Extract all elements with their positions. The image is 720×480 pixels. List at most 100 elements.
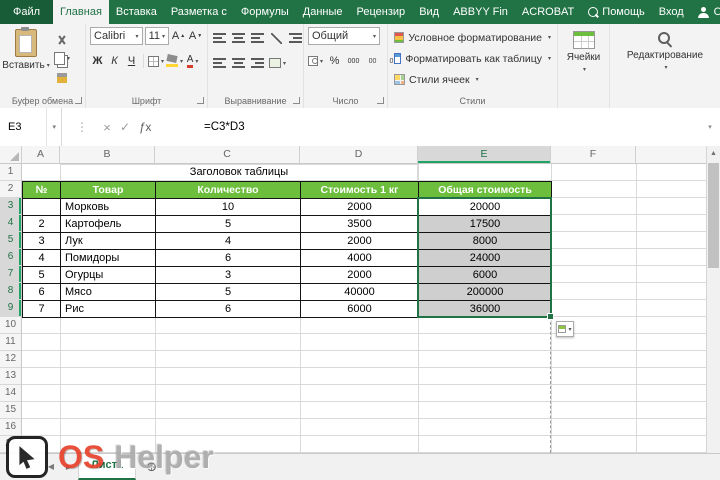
dialog-launcher-icon[interactable] — [377, 97, 384, 104]
row-header[interactable]: 1 — [0, 164, 21, 181]
number-format-select[interactable]: Общий ▾ — [308, 27, 380, 45]
decrease-font-button[interactable]: А ▼ — [188, 28, 203, 44]
column-header-f[interactable]: F — [551, 146, 636, 164]
editing-button[interactable]: Редактирование ▾ — [614, 27, 716, 71]
dialog-launcher-icon[interactable] — [293, 97, 300, 104]
paste-button[interactable]: Вставить ▾ — [2, 27, 50, 94]
cell-selected[interactable]: 17500 — [418, 215, 552, 233]
enter-button[interactable]: ✓ — [116, 120, 134, 134]
cell[interactable]: 6000 — [300, 300, 419, 318]
row-header[interactable]: 14 — [0, 385, 21, 402]
cell[interactable]: 6 — [22, 283, 61, 301]
column-header-b[interactable]: B — [60, 146, 155, 164]
cell[interactable]: 6 — [155, 249, 301, 267]
row-header[interactable]: 12 — [0, 351, 21, 368]
font-name-select[interactable]: Calibri ▾ — [90, 27, 143, 45]
merge-center-button[interactable]: ▾ — [269, 55, 286, 71]
ribbon-tab[interactable]: ACROBAT — [515, 0, 581, 24]
scrollbar-thumb[interactable] — [708, 163, 719, 268]
cell[interactable]: 3500 — [300, 215, 419, 233]
cell[interactable]: 6 — [155, 300, 301, 318]
cell[interactable]: Рис — [60, 300, 156, 318]
dialog-launcher-icon[interactable] — [197, 97, 204, 104]
autofill-options-button[interactable]: ▾ — [556, 321, 574, 337]
row-header[interactable]: 13 — [0, 368, 21, 385]
align-left-button[interactable] — [212, 55, 227, 71]
row-header[interactable]: 3 — [0, 198, 21, 215]
cell[interactable]: Картофель — [60, 215, 156, 233]
increase-decimal-button[interactable]: 00 — [365, 53, 380, 69]
share-button[interactable]: Общий доступ — [691, 0, 720, 24]
percent-style-button[interactable]: % — [327, 53, 342, 69]
cell[interactable]: 7 — [22, 300, 61, 318]
formula-input[interactable]: =C3*D3 — [204, 121, 700, 133]
cell[interactable]: Помидоры — [60, 249, 156, 267]
cell[interactable]: 2 — [22, 215, 61, 233]
cell[interactable]: Лук — [60, 232, 156, 250]
align-bottom-button[interactable] — [250, 30, 265, 46]
column-header-c[interactable]: C — [155, 146, 300, 164]
formula-bar-expand-button[interactable]: ▾ — [700, 123, 720, 131]
row-header[interactable]: 4 — [0, 215, 21, 232]
fill-handle[interactable] — [547, 313, 554, 320]
ribbon-tab[interactable]: Вид — [412, 0, 446, 24]
comma-style-button[interactable]: 000 — [346, 53, 361, 69]
copy-button[interactable]: ▾ — [48, 51, 76, 66]
conditional-formatting-button[interactable]: Условное форматирование ▾ — [392, 27, 553, 48]
cell-active[interactable]: 20000 — [418, 198, 552, 216]
cell[interactable]: Мясо — [60, 283, 156, 301]
cell[interactable]: 10 — [155, 198, 301, 216]
table-header-cell[interactable]: № — [22, 181, 61, 199]
bold-button[interactable]: Ж — [90, 53, 105, 69]
borders-button[interactable]: ▾ — [148, 53, 164, 69]
ribbon-tab[interactable]: Рецензир — [350, 0, 413, 24]
cell-selected[interactable]: 24000 — [418, 249, 552, 267]
cell-selected[interactable]: 200000 — [418, 283, 552, 301]
row-header[interactable]: 16 — [0, 419, 21, 436]
format-painter-button[interactable] — [48, 70, 76, 85]
cell[interactable]: 5 — [155, 215, 301, 233]
table-header-cell[interactable]: Количество — [155, 181, 301, 199]
ribbon-tab[interactable]: Формулы — [234, 0, 296, 24]
vertical-scrollbar[interactable]: ▲ — [706, 146, 720, 453]
fill-color-button[interactable]: ▾ — [166, 53, 183, 69]
formula-bar-grip[interactable]: ⋮ — [76, 120, 88, 134]
table-header-cell[interactable]: Товар — [60, 181, 156, 199]
cell-selected[interactable]: 36000 — [418, 300, 552, 318]
row-header[interactable]: 5 — [0, 232, 21, 249]
cell[interactable] — [22, 198, 61, 216]
ribbon-tab[interactable]: Файл — [0, 0, 54, 24]
cell[interactable]: 5 — [155, 283, 301, 301]
align-center-button[interactable] — [231, 55, 246, 71]
cell[interactable]: Морковь — [60, 198, 156, 216]
format-as-table-button[interactable]: Форматировать как таблицу ▾ — [392, 48, 553, 69]
orientation-button[interactable] — [269, 30, 284, 46]
cell-styles-button[interactable]: Стили ячеек ▾ — [392, 69, 553, 90]
row-header[interactable]: 6 — [0, 249, 21, 266]
accounting-format-button[interactable]: ▾ — [308, 53, 323, 69]
wrap-text-button[interactable] — [288, 30, 303, 46]
align-middle-button[interactable] — [231, 30, 246, 46]
table-header-cell[interactable]: Общая стоимость — [418, 181, 552, 199]
cell[interactable]: Огурцы — [60, 266, 156, 284]
cell-table-title[interactable]: Заголовок таблицы — [60, 164, 418, 181]
row-header[interactable]: 15 — [0, 402, 21, 419]
cell[interactable]: 40000 — [300, 283, 419, 301]
scroll-up-button[interactable]: ▲ — [707, 146, 720, 161]
ribbon-tab[interactable]: Вставка — [109, 0, 164, 24]
cancel-button[interactable]: × — [98, 120, 116, 135]
cell[interactable]: 3 — [22, 232, 61, 250]
cell[interactable]: 2000 — [300, 232, 419, 250]
cell-selected[interactable]: 6000 — [418, 266, 552, 284]
select-all-corner[interactable] — [0, 146, 22, 164]
cut-button[interactable] — [48, 32, 76, 47]
ribbon-tab[interactable]: Главная — [53, 0, 109, 24]
table-header-cell[interactable]: Стоимость 1 кг — [300, 181, 419, 199]
name-box[interactable]: E3 ▾ — [0, 108, 62, 146]
align-right-button[interactable] — [250, 55, 265, 71]
cell[interactable]: 4000 — [300, 249, 419, 267]
ribbon-tab[interactable]: Данные — [296, 0, 350, 24]
column-header-a[interactable]: A — [22, 146, 60, 164]
row-header[interactable]: 8 — [0, 283, 21, 300]
cells-button[interactable]: Ячейки ▾ — [562, 27, 605, 73]
